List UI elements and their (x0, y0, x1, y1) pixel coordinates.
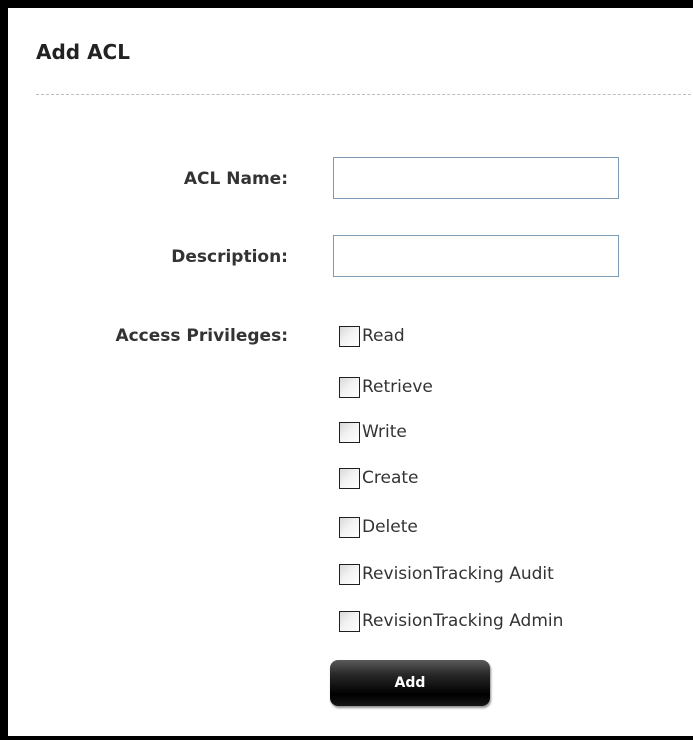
privilege-retrieve-option[interactable]: Retrieve (339, 375, 433, 399)
privilege-delete-label: Delete (362, 517, 418, 537)
add-button[interactable]: Add (330, 660, 490, 706)
checkbox-create[interactable] (339, 467, 360, 489)
title-divider (36, 94, 693, 95)
acl-name-input[interactable] (333, 157, 619, 199)
privilege-write-label: Write (362, 422, 407, 442)
checkbox-write[interactable] (339, 421, 360, 443)
privilege-revisiontracking-audit-label: RevisionTracking Audit (362, 564, 554, 584)
panel-title: Add ACL (36, 40, 130, 64)
checkbox-revisiontracking-audit[interactable] (339, 563, 360, 585)
checkbox-delete[interactable] (339, 516, 360, 538)
privilege-delete-option[interactable]: Delete (339, 515, 418, 539)
privilege-create-label: Create (362, 468, 419, 488)
privilege-revisiontracking-admin-option[interactable]: RevisionTracking Admin (339, 609, 563, 633)
privilege-retrieve-label: Retrieve (362, 377, 433, 397)
description-label: Description: (171, 247, 288, 267)
checkbox-revisiontracking-admin[interactable] (339, 610, 360, 632)
privilege-revisiontracking-admin-label: RevisionTracking Admin (362, 611, 564, 631)
description-input[interactable] (333, 235, 619, 277)
add-acl-panel: Add ACL ACL Name: Description: Access Pr… (0, 0, 693, 740)
access-privileges-label: Access Privileges: (115, 326, 288, 346)
acl-name-label: ACL Name: (183, 169, 288, 189)
checkbox-read[interactable] (339, 325, 360, 347)
privilege-create-option[interactable]: Create (339, 466, 419, 490)
privilege-revisiontracking-audit-option[interactable]: RevisionTracking Audit (339, 562, 554, 586)
privilege-write-option[interactable]: Write (339, 420, 407, 444)
checkbox-retrieve[interactable] (339, 376, 360, 398)
privilege-read-label: Read (362, 326, 405, 346)
privilege-read-option[interactable]: Read (339, 324, 405, 348)
